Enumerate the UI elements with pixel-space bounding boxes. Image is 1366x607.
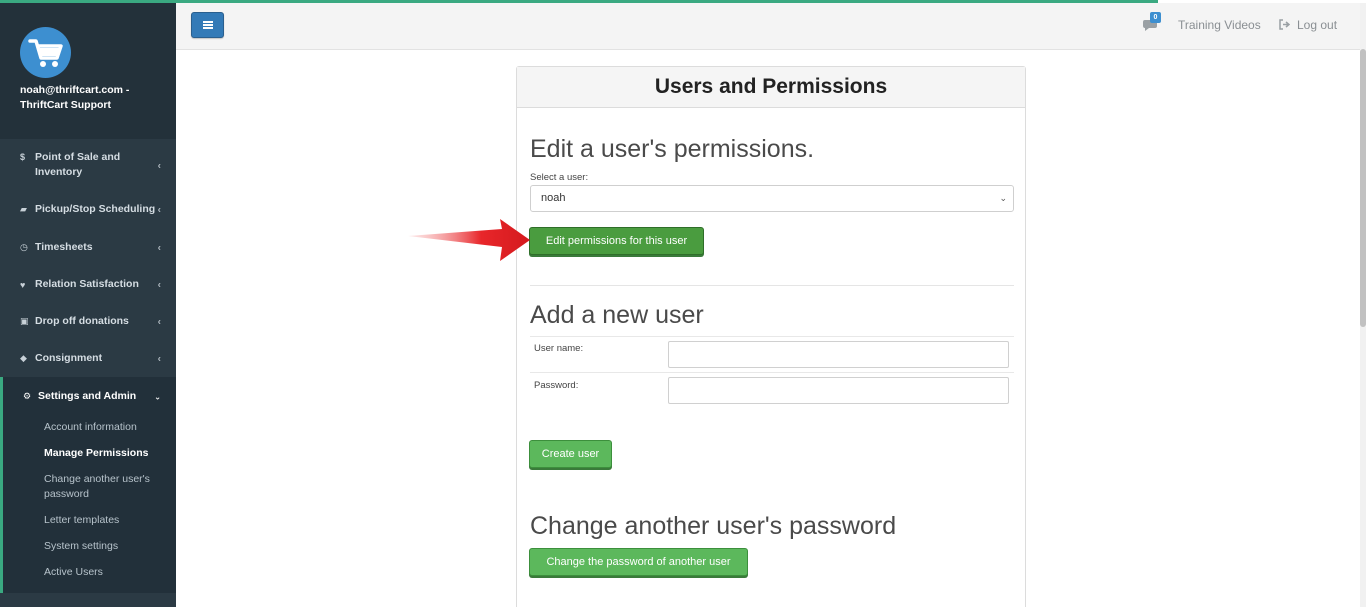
change-password-heading: Change another user's password (530, 512, 897, 540)
page-title: Users and Permissions (654, 75, 888, 98)
hamburger-icon (202, 21, 213, 29)
sidebar-item-label: Timesheets (35, 241, 93, 253)
top-navbar: 0 Training Videos Log out (176, 3, 1360, 50)
users-permissions-panel: Users and Permissions Edit a user's perm… (516, 66, 1026, 607)
sidebar-item-label: Settings and Admin (38, 390, 137, 402)
gift-icon: ▣ (20, 316, 29, 326)
chevron-left-icon: ‹ (157, 353, 161, 364)
sidebar-subitem-account-information[interactable]: Account information (44, 420, 164, 435)
page-scrollbar[interactable] (1360, 3, 1366, 607)
chevron-left-icon: ‹ (157, 160, 161, 172)
select-user-label: Select a user: (530, 172, 589, 183)
sidebar-item-settings-admin[interactable]: ⚙ Settings and Admin ⌄ (0, 389, 176, 404)
password-label: Password: (534, 380, 579, 391)
chevron-left-icon: ‹ (157, 279, 161, 290)
panel-header: Users and Permissions (517, 67, 1025, 108)
password-input[interactable] (668, 377, 1009, 404)
truck-icon: ▰ (20, 204, 27, 214)
edit-permissions-button[interactable]: Edit permissions for this user (529, 227, 704, 255)
sidebar-item-pickup-scheduling[interactable]: ▰ Pickup/Stop Scheduling ‹ (0, 202, 176, 217)
tags-icon: ◆ (20, 353, 27, 363)
sidebar-item-label: Consignment (35, 352, 103, 364)
red-arrow-icon (408, 219, 530, 261)
scrollbar-thumb[interactable] (1360, 49, 1366, 327)
selected-user-value: noah (541, 192, 566, 204)
sidebar-item-drop-off-donations[interactable]: ▣ Drop off donations ‹ (0, 314, 176, 329)
chevron-left-icon: ‹ (157, 204, 161, 215)
sidebar-item-consignment[interactable]: ◆ Consignment ‹ (0, 351, 176, 366)
add-user-heading: Add a new user (530, 301, 704, 329)
notification-badge: 0 (1150, 12, 1161, 23)
chevron-down-icon: ⌄ (154, 392, 161, 401)
create-user-button[interactable]: Create user (529, 440, 612, 468)
sidebar-subitem-change-password[interactable]: Change another user's password (44, 472, 164, 502)
dollar-icon: $ (20, 152, 26, 162)
menu-toggle-button[interactable] (191, 12, 224, 38)
page-load-progress (0, 0, 1158, 3)
sidebar-item-label: Drop off donations (35, 315, 129, 327)
sidebar-item-point-of-sale[interactable]: $ Point of Sale and Inventory ‹ (0, 150, 176, 182)
sidebar-item-label: Pickup/Stop Scheduling (35, 203, 156, 215)
profile-name: noah@thriftcart.com - ThriftCart Support (20, 84, 130, 111)
username-label: User name: (534, 343, 584, 354)
clock-icon: ◷ (20, 242, 28, 252)
form-row-divider (530, 372, 1014, 373)
sidebar-item-relation-satisfaction[interactable]: ♥ Relation Satisfaction ‹ (0, 277, 176, 292)
gear-icon: ⚙ (23, 391, 32, 401)
sidebar: noah@thriftcart.com - ThriftCart Support… (0, 0, 176, 607)
sign-out-icon (1279, 19, 1290, 30)
change-password-button[interactable]: Change the password of another user (529, 548, 748, 576)
section-divider (530, 285, 1014, 286)
chevron-left-icon: ‹ (157, 316, 161, 327)
sidebar-subitem-manage-permissions[interactable]: Manage Permissions (44, 446, 164, 461)
user-select[interactable]: noah ⌄ (530, 185, 1014, 212)
sidebar-subitem-letter-templates[interactable]: Letter templates (44, 513, 164, 528)
heart-icon: ♥ (20, 279, 26, 290)
sidebar-item-timesheets[interactable]: ◷ Timesheets ‹ (0, 240, 176, 255)
sidebar-subitem-system-settings[interactable]: System settings (44, 539, 164, 554)
training-videos-link[interactable]: Training Videos (1178, 18, 1261, 32)
sidebar-item-label: Point of Sale and Inventory (35, 151, 121, 178)
sidebar-item-label: Relation Satisfaction (35, 278, 139, 290)
sidebar-subitem-active-users[interactable]: Active Users (44, 565, 164, 580)
chevron-down-icon: ⌄ (999, 193, 1007, 203)
form-row-divider (530, 336, 1014, 337)
username-input[interactable] (668, 341, 1009, 368)
cart-logo-icon (20, 27, 71, 78)
chevron-left-icon: ‹ (157, 242, 161, 253)
log-out-link[interactable]: Log out (1297, 18, 1337, 32)
sidebar-profile: noah@thriftcart.com - ThriftCart Support (0, 0, 176, 139)
edit-permissions-heading: Edit a user's permissions. (530, 135, 815, 163)
